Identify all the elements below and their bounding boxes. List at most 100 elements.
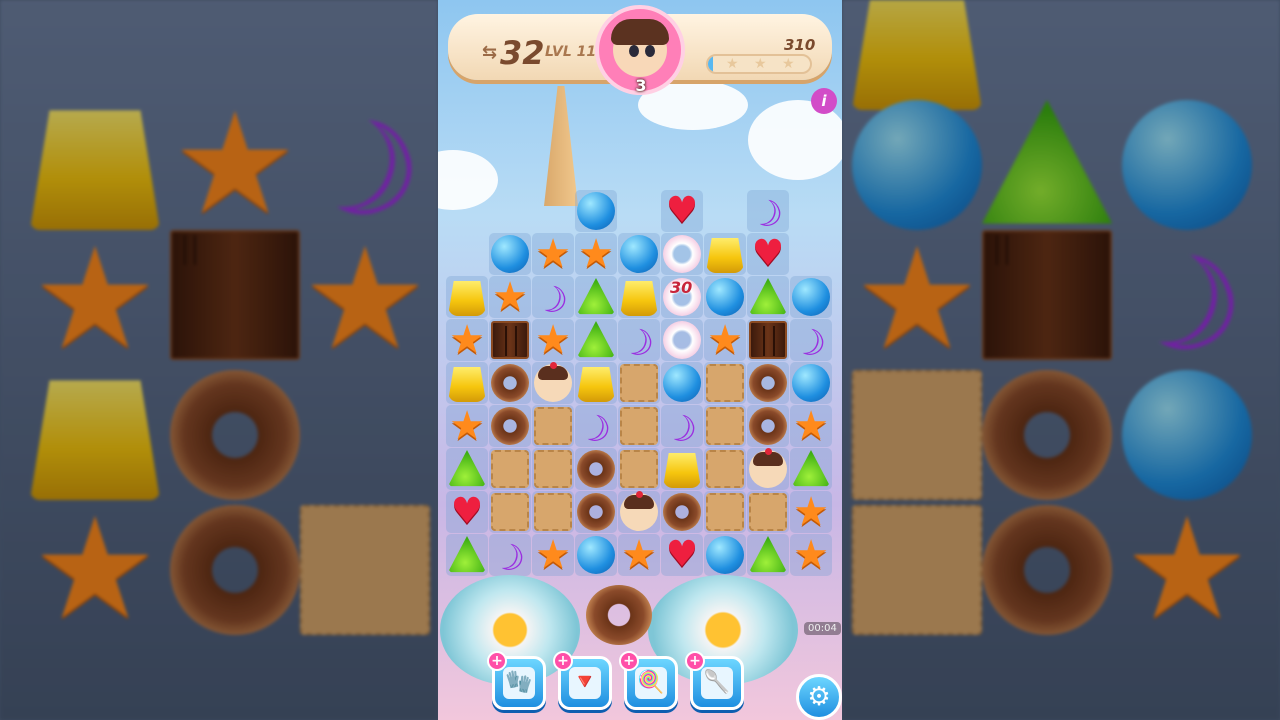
blue-piece[interactable] bbox=[792, 364, 830, 402]
blue-piece[interactable] bbox=[706, 536, 744, 574]
ring-piece[interactable] bbox=[663, 321, 701, 359]
bg-yellow-gem bbox=[852, 0, 982, 110]
bg-blue-gem bbox=[852, 100, 982, 230]
spoon-booster-button[interactable]: 🥄 + bbox=[685, 651, 744, 710]
add-booster-plus-icon[interactable]: + bbox=[685, 651, 705, 671]
biscuit-piece[interactable] bbox=[706, 364, 744, 402]
candy-stick-booster-button[interactable]: 🍭 + bbox=[619, 651, 678, 710]
char-piece[interactable] bbox=[620, 491, 658, 531]
yellow-piece[interactable] bbox=[706, 238, 744, 273]
avatar-hair bbox=[611, 19, 669, 45]
star-piece[interactable]: ★ bbox=[577, 234, 615, 274]
choco-piece[interactable] bbox=[749, 321, 787, 359]
blue-piece[interactable] bbox=[663, 364, 701, 402]
blue-piece[interactable] bbox=[620, 235, 658, 273]
blue-piece[interactable] bbox=[577, 192, 615, 230]
bg-star: ★ bbox=[1124, 488, 1250, 651]
biscuit-piece[interactable] bbox=[534, 493, 572, 531]
bg-blue-gem bbox=[1122, 370, 1252, 500]
star-piece[interactable]: ★ bbox=[792, 535, 830, 575]
donut-piece[interactable] bbox=[663, 493, 701, 531]
char-piece[interactable] bbox=[749, 448, 787, 488]
star-piece[interactable]: ★ bbox=[620, 535, 658, 575]
biscuit-piece[interactable] bbox=[534, 450, 572, 488]
gear-icon: ⚙ bbox=[807, 682, 831, 712]
piping-bag-icon: 🔻 bbox=[569, 667, 601, 699]
biscuit-piece[interactable] bbox=[706, 450, 744, 488]
donut-piece[interactable] bbox=[577, 450, 615, 488]
blue-piece[interactable] bbox=[792, 278, 830, 316]
yellow-piece[interactable] bbox=[448, 281, 486, 316]
star-piece[interactable]: ★ bbox=[792, 406, 830, 446]
biscuit-piece[interactable] bbox=[620, 450, 658, 488]
star-piece[interactable]: ★ bbox=[448, 406, 486, 446]
yellow-piece[interactable] bbox=[577, 367, 615, 402]
score-progress-fill bbox=[708, 56, 714, 72]
blue-piece[interactable] bbox=[577, 536, 615, 574]
star-piece[interactable]: ★ bbox=[534, 234, 572, 274]
biscuit-piece[interactable] bbox=[620, 364, 658, 402]
background-left-blurred: ★ ☾ ★ ★ ★ bbox=[0, 0, 438, 720]
biscuit-piece[interactable] bbox=[620, 407, 658, 445]
blue-piece[interactable] bbox=[491, 235, 529, 273]
timer: 00:04 bbox=[804, 622, 841, 635]
ring-piece[interactable] bbox=[663, 235, 701, 273]
bg-star: ★ bbox=[32, 218, 158, 381]
add-booster-plus-icon[interactable]: + bbox=[487, 651, 507, 671]
star-piece[interactable]: ★ bbox=[448, 320, 486, 360]
biscuit-piece[interactable] bbox=[749, 493, 787, 531]
donut-piece[interactable] bbox=[749, 364, 787, 402]
moves-counter: 32 bbox=[500, 34, 545, 72]
bg-donut bbox=[170, 505, 300, 635]
add-booster-plus-icon[interactable]: + bbox=[553, 651, 573, 671]
char-piece[interactable] bbox=[534, 362, 572, 402]
game-screen: ★ ☾ ★ ★ ★ ★ ☾ ★ ⇆ 32 LVL 115 310 ★ ★ ★ 3… bbox=[0, 0, 1280, 720]
oven-mitt-booster-button[interactable]: 🧤 + bbox=[487, 651, 546, 710]
heart-piece[interactable]: ♥ bbox=[663, 536, 701, 574]
donut-piece[interactable] bbox=[491, 364, 529, 402]
piping-bag-booster-button[interactable]: 🔻 + bbox=[553, 651, 612, 710]
biscuit-piece[interactable] bbox=[491, 493, 529, 531]
donut-decoration bbox=[586, 585, 652, 645]
ice-cream-cone-decoration bbox=[544, 86, 578, 206]
donut-piece[interactable] bbox=[577, 493, 615, 531]
star-piece[interactable]: ★ bbox=[534, 535, 572, 575]
heart-piece[interactable]: ♥ bbox=[448, 493, 486, 531]
biscuit-piece[interactable] bbox=[706, 407, 744, 445]
bg-biscuit bbox=[852, 505, 982, 635]
star-piece[interactable]: ★ bbox=[792, 492, 830, 532]
bg-biscuit bbox=[852, 370, 982, 500]
star-piece[interactable]: ★ bbox=[534, 320, 572, 360]
heart-piece[interactable]: ♥ bbox=[749, 235, 787, 273]
blue-piece[interactable] bbox=[706, 278, 744, 316]
bg-moon: ☾ bbox=[1106, 208, 1268, 392]
cloud bbox=[438, 150, 498, 210]
spoon-icon: 🥄 bbox=[701, 667, 733, 699]
bg-star: ★ bbox=[172, 83, 298, 246]
bg-yellow-gem bbox=[30, 110, 160, 230]
yellow-piece[interactable] bbox=[620, 281, 658, 316]
biscuit-piece[interactable] bbox=[491, 450, 529, 488]
add-booster-plus-icon[interactable]: + bbox=[619, 651, 639, 671]
yellow-piece[interactable] bbox=[448, 367, 486, 402]
progress-star-icon: ★ bbox=[726, 56, 739, 72]
biscuit-piece[interactable] bbox=[706, 493, 744, 531]
star-piece[interactable]: ★ bbox=[706, 320, 744, 360]
yellow-piece[interactable] bbox=[663, 453, 701, 488]
bg-green-gem bbox=[982, 100, 1112, 224]
bg-biscuit bbox=[300, 505, 430, 635]
star-piece[interactable]: ★ bbox=[491, 277, 529, 317]
donut-piece[interactable] bbox=[491, 407, 529, 445]
biscuit-piece[interactable] bbox=[534, 407, 572, 445]
settings-button[interactable]: ⚙ bbox=[796, 674, 842, 720]
score-value: 310 bbox=[784, 36, 816, 54]
info-button[interactable]: i bbox=[811, 88, 837, 114]
bg-star: ★ bbox=[854, 218, 980, 381]
bg-chocolate bbox=[982, 230, 1112, 360]
character-goal-count: 3 bbox=[635, 76, 647, 95]
avatar-eye bbox=[645, 45, 655, 57]
candy-stick-icon: 🍭 bbox=[635, 667, 667, 699]
heart-piece[interactable]: ♥ bbox=[663, 192, 701, 230]
donut-piece[interactable] bbox=[749, 407, 787, 445]
choco-piece[interactable] bbox=[491, 321, 529, 359]
